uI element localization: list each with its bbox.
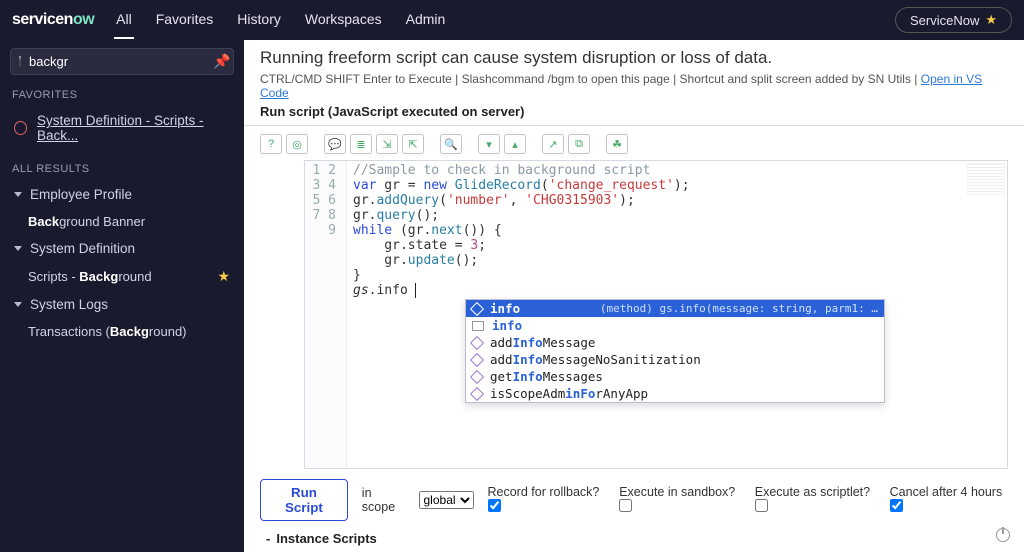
warning-banner: Running freeform script can cause system… [244, 40, 1024, 72]
autocomplete-item[interactable]: isScopeAdminForAnyApp [466, 385, 884, 402]
favorites-header: FAVORITES [12, 89, 232, 101]
pin-icon[interactable]: 📌 [213, 53, 230, 70]
autocomplete-item[interactable]: info [466, 317, 884, 334]
autocomplete-item[interactable]: addInfoMessageNoSanitization [466, 351, 884, 368]
star-icon[interactable]: ★ [217, 268, 230, 285]
sandbox-label[interactable]: Execute in sandbox? [619, 485, 741, 515]
scope-select[interactable]: global [419, 491, 474, 509]
run-script-header: Run script (JavaScript executed on serve… [244, 104, 1024, 121]
sidebar-item-transactions[interactable]: Transactions (Background) [10, 318, 234, 345]
subline: CTRL/CMD SHIFT Enter to Execute | Slashc… [244, 72, 1024, 104]
method-icon [470, 335, 484, 349]
minimap[interactable] [967, 163, 1005, 195]
run-script-button[interactable]: Run Script [260, 479, 348, 521]
cancel-checkbox[interactable] [890, 499, 903, 512]
keyword-icon [472, 321, 484, 331]
chevron-down-icon[interactable]: ▾ [478, 134, 500, 154]
step-in-icon[interactable]: ⇲ [376, 134, 398, 154]
logo: servicenow [12, 11, 94, 29]
favorite-item[interactable]: System Definition - Scripts - Back... [10, 107, 234, 149]
chevron-down-icon [14, 302, 22, 307]
autocomplete-item[interactable]: getInfoMessages [466, 368, 884, 385]
all-results-header: ALL RESULTS [12, 163, 232, 175]
method-icon [470, 352, 484, 366]
filter-icon [19, 56, 21, 68]
chevron-down-icon [14, 246, 22, 251]
bug-icon[interactable]: ☘ [606, 134, 628, 154]
method-icon [470, 301, 484, 315]
star-icon: ★ [985, 12, 997, 28]
sidebar-item-banner[interactable]: Background Banner [10, 208, 234, 235]
sidebar: 📌 FAVORITES System Definition - Scripts … [0, 40, 244, 552]
tab-history[interactable]: History [235, 1, 283, 39]
sandbox-checkbox[interactable] [619, 499, 632, 512]
power-icon[interactable] [996, 528, 1010, 542]
instance-scripts-toggle[interactable]: Instance Scripts [244, 525, 1024, 552]
editor-toolbar: ? ◎ 💬 ≣ ⇲ ⇱ 🔍 ▾ ▴ ↗ ⧉ ☘ [244, 132, 1024, 160]
topbar: servicenow All Favorites History Workspa… [0, 0, 1024, 40]
popout-1-icon[interactable]: ↗ [542, 134, 564, 154]
code-body[interactable]: //Sample to check in background script v… [347, 161, 1007, 300]
target-icon[interactable]: ◎ [286, 134, 308, 154]
popout-2-icon[interactable]: ⧉ [568, 134, 590, 154]
rollback-checkbox[interactable] [488, 499, 501, 512]
tab-admin[interactable]: Admin [404, 1, 448, 39]
footer-controls: Run Script in scope global Record for ro… [244, 469, 1024, 525]
servicenow-button[interactable]: ServiceNow★ [895, 7, 1012, 33]
rollback-label[interactable]: Record for rollback? [488, 485, 606, 515]
comment-icon[interactable]: 💬 [324, 134, 346, 154]
autocomplete-popup[interactable]: info (method) gs.info(message: string, pa… [465, 299, 885, 403]
step-out-icon[interactable]: ⇱ [402, 134, 424, 154]
sidebar-item-scripts-background[interactable]: Scripts - Background ★ [10, 262, 234, 291]
help-icon[interactable]: ? [260, 134, 282, 154]
content: Running freeform script can cause system… [244, 40, 1024, 552]
primary-tabs: All Favorites History Workspaces Admin [114, 1, 447, 39]
search-icon[interactable]: 🔍 [440, 134, 462, 154]
filter-input[interactable] [29, 54, 205, 69]
group-employee-profile[interactable]: Employee Profile [10, 181, 234, 208]
cancel-label[interactable]: Cancel after 4 hours [890, 485, 1008, 515]
tab-favorites[interactable]: Favorites [154, 1, 216, 39]
tab-workspaces[interactable]: Workspaces [303, 1, 384, 39]
autocomplete-item[interactable]: addInfoMessage [466, 334, 884, 351]
chevron-down-icon [14, 192, 22, 197]
scriptlet-checkbox[interactable] [755, 499, 768, 512]
chevron-up-icon[interactable]: ▴ [504, 134, 526, 154]
signature-hint: (method) gs.info(message: string, parm1:… [600, 302, 878, 315]
autocomplete-item[interactable]: info(method) gs.info(message: string, pa… [466, 300, 884, 317]
line-gutter: 1 2 3 4 5 6 7 8 9 [305, 161, 347, 468]
scope-label: in scope [362, 486, 405, 514]
tab-all[interactable]: All [114, 1, 134, 39]
group-system-logs[interactable]: System Logs [10, 291, 234, 318]
group-system-definition[interactable]: System Definition [10, 235, 234, 262]
code-editor[interactable]: 1 2 3 4 5 6 7 8 9 //Sample to check in b… [304, 160, 1008, 469]
method-icon [470, 386, 484, 400]
method-icon [470, 369, 484, 383]
list-icon[interactable]: ≣ [350, 134, 372, 154]
scriptlet-label[interactable]: Execute as scriptlet? [755, 485, 876, 515]
filter-box[interactable]: 📌 [10, 48, 234, 75]
